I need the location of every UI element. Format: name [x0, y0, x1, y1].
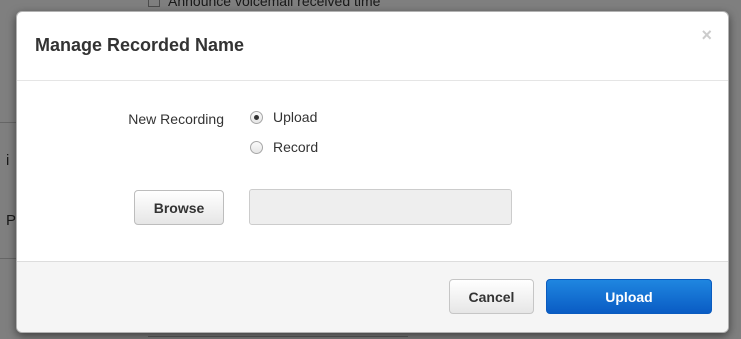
file-path-field[interactable] [249, 189, 512, 225]
radio-unchecked-icon[interactable] [250, 140, 263, 154]
browse-button[interactable]: Browse [134, 190, 224, 225]
upload-button[interactable]: Upload [546, 279, 712, 314]
modal-footer: Cancel Upload [17, 261, 728, 332]
close-icon[interactable]: × [701, 26, 712, 44]
radio-option-record[interactable]: Record [250, 138, 318, 156]
radio-label-record: Record [273, 139, 319, 155]
modal-header: Manage Recorded Name × [17, 12, 728, 81]
radio-label-upload: Upload [273, 109, 318, 125]
new-recording-label: New Recording [128, 111, 224, 127]
radio-checked-icon[interactable] [250, 110, 263, 124]
manage-recorded-name-dialog: Manage Recorded Name × New Recording Upl… [16, 11, 729, 333]
modal-title: Manage Recorded Name [35, 35, 245, 55]
cancel-button[interactable]: Cancel [449, 279, 534, 314]
radio-option-upload[interactable]: Upload [250, 108, 317, 126]
